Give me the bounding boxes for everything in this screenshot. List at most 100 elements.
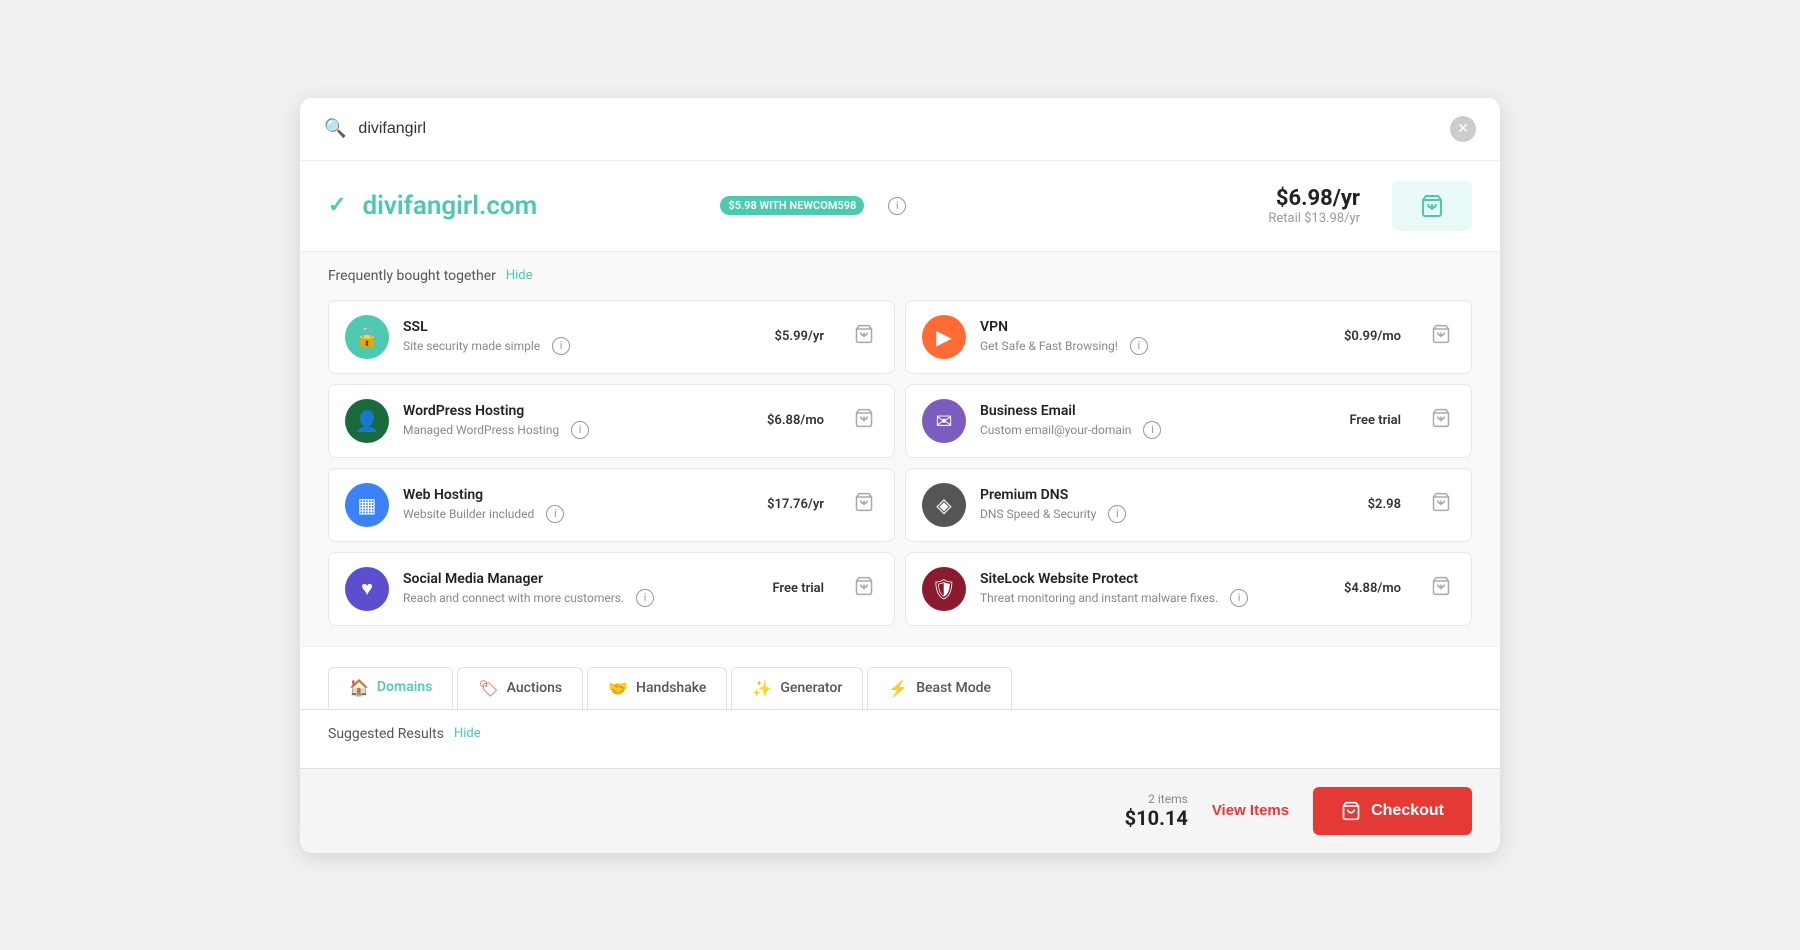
addon-info: Business Email Custom email@your-domain …: [980, 403, 1335, 439]
addon-info-icon[interactable]: i: [546, 505, 564, 523]
tab-beast-mode[interactable]: ⚡ Beast Mode: [867, 667, 1012, 709]
addon-card: 🔒 SSL Site security made simple i $5.99/…: [328, 300, 895, 374]
search-input[interactable]: [358, 120, 1438, 138]
addon-icon: ▦: [345, 483, 389, 527]
suggested-header: Suggested Results Hide: [328, 726, 1472, 742]
tab-icon: ✨: [752, 679, 772, 698]
tab-icon: 🏷: [478, 679, 498, 698]
addon-info: Premium DNS DNS Speed & Security i: [980, 487, 1354, 523]
items-total: $10.14: [1125, 806, 1188, 830]
tab-label: Beast Mode: [916, 680, 991, 696]
tab-auctions[interactable]: 🏷 Auctions: [457, 667, 583, 709]
freq-header: Frequently bought together Hide: [328, 268, 1472, 284]
add-addon-to-cart-button[interactable]: [1427, 572, 1455, 605]
addon-name: VPN: [980, 319, 1330, 335]
tab-label: Generator: [780, 680, 842, 696]
hide-suggested-link[interactable]: Hide: [454, 726, 481, 741]
addon-price: $2.98: [1368, 497, 1401, 512]
domain-retail: Retail $13.98/yr: [1268, 211, 1360, 226]
addon-info: Web Hosting Website Builder included i: [403, 487, 753, 523]
promo-badge: $5.98 WITH NEWCOM598: [720, 196, 864, 215]
add-addon-to-cart-button[interactable]: [1427, 404, 1455, 437]
domain-price: $6.98/yr: [1268, 186, 1360, 211]
view-items-button[interactable]: View Items: [1212, 802, 1289, 819]
add-addon-to-cart-button[interactable]: [850, 488, 878, 521]
tab-generator[interactable]: ✨ Generator: [731, 667, 863, 709]
checkout-button[interactable]: Checkout: [1313, 787, 1472, 835]
addon-name: WordPress Hosting: [403, 403, 753, 419]
checkout-label: Checkout: [1371, 802, 1444, 820]
addon-info: WordPress Hosting Managed WordPress Host…: [403, 403, 753, 439]
add-addon-to-cart-button[interactable]: [1427, 488, 1455, 521]
addon-info-icon[interactable]: i: [636, 589, 654, 607]
items-summary: 2 items $10.14: [1125, 792, 1188, 830]
addon-price: $0.99/mo: [1344, 329, 1401, 344]
tabs-row: 🏠 Domains 🏷 Auctions 🤝 Handshake ✨ Gener…: [328, 667, 1472, 709]
addon-info: SSL Site security made simple i: [403, 319, 761, 355]
main-container: 🔍 ✕ ✓ divifangirl.com $5.98 WITH NEWCOM5…: [300, 98, 1500, 853]
addon-info: VPN Get Safe & Fast Browsing! i: [980, 319, 1330, 355]
addon-desc: Managed WordPress Hosting i: [403, 421, 753, 439]
addon-name: Premium DNS: [980, 487, 1354, 503]
addon-price: Free trial: [772, 581, 824, 596]
tab-icon: 🤝: [608, 679, 628, 698]
tab-label: Domains: [377, 679, 432, 695]
addon-icon: ♥: [345, 567, 389, 611]
cart-icon: [1341, 801, 1361, 821]
addon-info-icon[interactable]: i: [552, 337, 570, 355]
tab-handshake[interactable]: 🤝 Handshake: [587, 667, 727, 709]
addon-info: Social Media Manager Reach and connect w…: [403, 571, 758, 607]
addon-desc: Website Builder included i: [403, 505, 753, 523]
addon-icon: 🔒: [345, 315, 389, 359]
addon-price: Free trial: [1349, 413, 1401, 428]
addon-card: 👤 WordPress Hosting Managed WordPress Ho…: [328, 384, 895, 458]
tab-icon: ⚡: [888, 679, 908, 698]
frequently-bought-section: Frequently bought together Hide 🔒 SSL Si…: [300, 252, 1500, 646]
add-domain-to-cart-button[interactable]: [1392, 181, 1472, 231]
addons-grid: 🔒 SSL Site security made simple i $5.99/…: [328, 300, 1472, 626]
tab-icon: 🏠: [349, 678, 369, 697]
addon-info-icon[interactable]: i: [1108, 505, 1126, 523]
addon-desc: Custom email@your-domain i: [980, 421, 1335, 439]
suggested-section: Suggested Results Hide: [300, 709, 1500, 758]
addon-icon: 👤: [345, 399, 389, 443]
addon-name: Business Email: [980, 403, 1335, 419]
addon-icon: 🛡: [922, 567, 966, 611]
addon-card: ▶ VPN Get Safe & Fast Browsing! i $0.99/…: [905, 300, 1472, 374]
addon-name: SiteLock Website Protect: [980, 571, 1330, 587]
domain-name: divifangirl.com: [362, 191, 692, 221]
add-addon-to-cart-button[interactable]: [1427, 320, 1455, 353]
close-icon[interactable]: ✕: [1450, 116, 1476, 142]
addon-card: ♥ Social Media Manager Reach and connect…: [328, 552, 895, 626]
addon-card: ✉ Business Email Custom email@your-domai…: [905, 384, 1472, 458]
domain-result: ✓ divifangirl.com $5.98 WITH NEWCOM598 i…: [300, 161, 1500, 252]
addon-icon: ◈: [922, 483, 966, 527]
footer-bar: 2 items $10.14 View Items Checkout: [300, 768, 1500, 853]
add-addon-to-cart-button[interactable]: [850, 404, 878, 437]
addon-price: $5.99/yr: [775, 329, 824, 344]
addon-card: ▦ Web Hosting Website Builder included i…: [328, 468, 895, 542]
tab-domains[interactable]: 🏠 Domains: [328, 667, 453, 709]
addon-price: $6.88/mo: [767, 413, 824, 428]
search-bar: 🔍 ✕: [300, 98, 1500, 161]
addon-info-icon[interactable]: i: [571, 421, 589, 439]
addon-info-icon[interactable]: i: [1130, 337, 1148, 355]
addon-icon: ▶: [922, 315, 966, 359]
tab-label: Handshake: [636, 680, 706, 696]
add-addon-to-cart-button[interactable]: [850, 320, 878, 353]
addon-info-icon[interactable]: i: [1230, 589, 1248, 607]
freq-title: Frequently bought together: [328, 268, 496, 284]
tabs-section: 🏠 Domains 🏷 Auctions 🤝 Handshake ✨ Gener…: [300, 646, 1500, 709]
add-addon-to-cart-button[interactable]: [850, 572, 878, 605]
addon-name: SSL: [403, 319, 761, 335]
domain-pricing: $6.98/yr Retail $13.98/yr: [1268, 186, 1360, 226]
addon-name: Web Hosting: [403, 487, 753, 503]
addon-info: SiteLock Website Protect Threat monitori…: [980, 571, 1330, 607]
search-icon: 🔍: [324, 118, 346, 139]
addon-desc: Threat monitoring and instant malware fi…: [980, 589, 1330, 607]
addon-info-icon[interactable]: i: [1143, 421, 1161, 439]
addon-desc: DNS Speed & Security i: [980, 505, 1354, 523]
info-icon[interactable]: i: [888, 197, 906, 215]
hide-frequently-link[interactable]: Hide: [506, 268, 533, 283]
items-count: 2 items: [1125, 792, 1188, 806]
